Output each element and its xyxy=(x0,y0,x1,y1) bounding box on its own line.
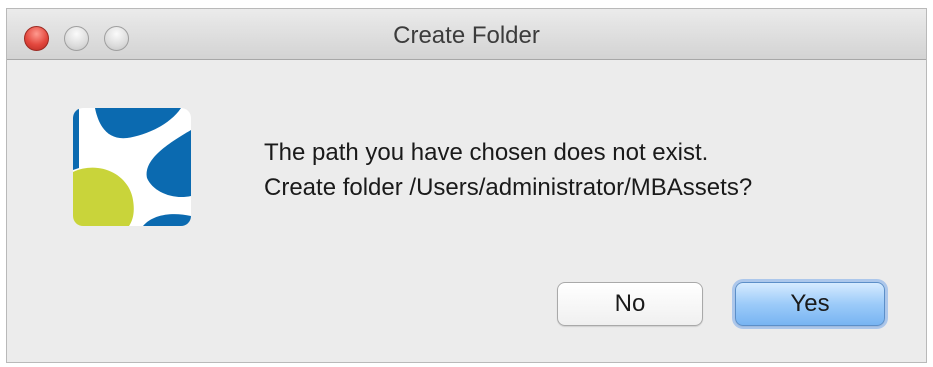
dialog-message: The path you have chosen does not exist.… xyxy=(264,135,752,205)
title-bar[interactable]: Create Folder xyxy=(7,9,926,60)
message-line-1: The path you have chosen does not exist. xyxy=(264,139,709,166)
message-line-2: Create folder /Users/administrator/MBAss… xyxy=(264,174,753,201)
no-button[interactable]: No xyxy=(557,282,703,326)
create-folder-dialog: Create Folder The path you have chosen d… xyxy=(6,8,927,363)
window-title: Create Folder xyxy=(393,22,540,49)
yes-button[interactable]: Yes xyxy=(735,282,885,326)
app-logo-icon xyxy=(73,108,191,226)
